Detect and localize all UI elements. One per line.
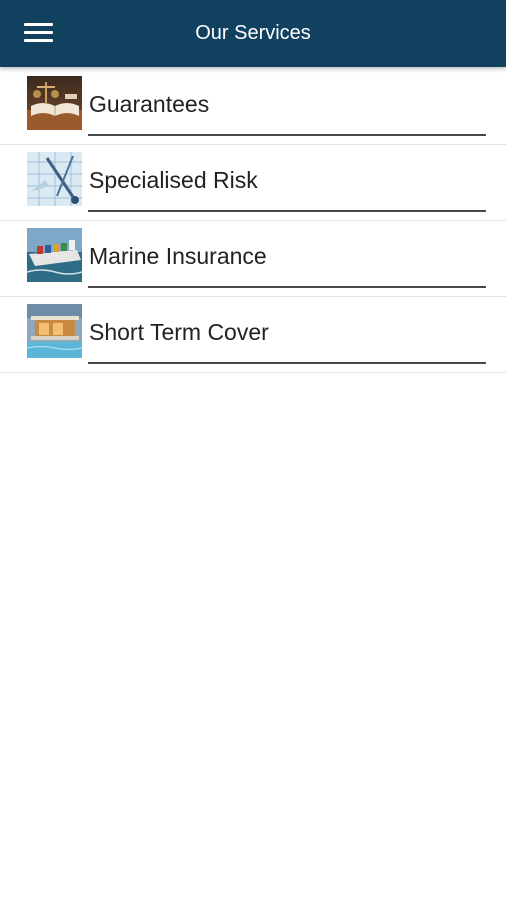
service-item-guarantees[interactable]: Guarantees	[0, 69, 506, 145]
service-item-label: Short Term Cover	[89, 319, 269, 345]
hamburger-menu-icon[interactable]	[22, 20, 56, 48]
service-item-short-term-cover[interactable]: Short Term Cover	[0, 297, 506, 373]
divider	[88, 362, 486, 364]
service-item-label: Marine Insurance	[89, 243, 267, 269]
divider	[88, 134, 486, 136]
service-item-marine-insurance[interactable]: Marine Insurance	[0, 221, 506, 297]
specialised-risk-image	[27, 152, 82, 206]
short-term-cover-image	[27, 304, 82, 358]
app-title: Our Services	[195, 22, 311, 44]
divider	[88, 210, 486, 212]
marine-insurance-image	[27, 228, 82, 282]
service-item-label: Guarantees	[89, 91, 210, 117]
service-item-specialised-risk[interactable]: Specialised Risk	[0, 145, 506, 221]
guarantees-image	[27, 76, 82, 130]
app-bar: Our Services	[0, 0, 506, 67]
service-item-label: Specialised Risk	[89, 167, 258, 193]
service-list: Guarantees Specialised Risk Marine Insur…	[0, 69, 506, 373]
divider	[88, 286, 486, 288]
